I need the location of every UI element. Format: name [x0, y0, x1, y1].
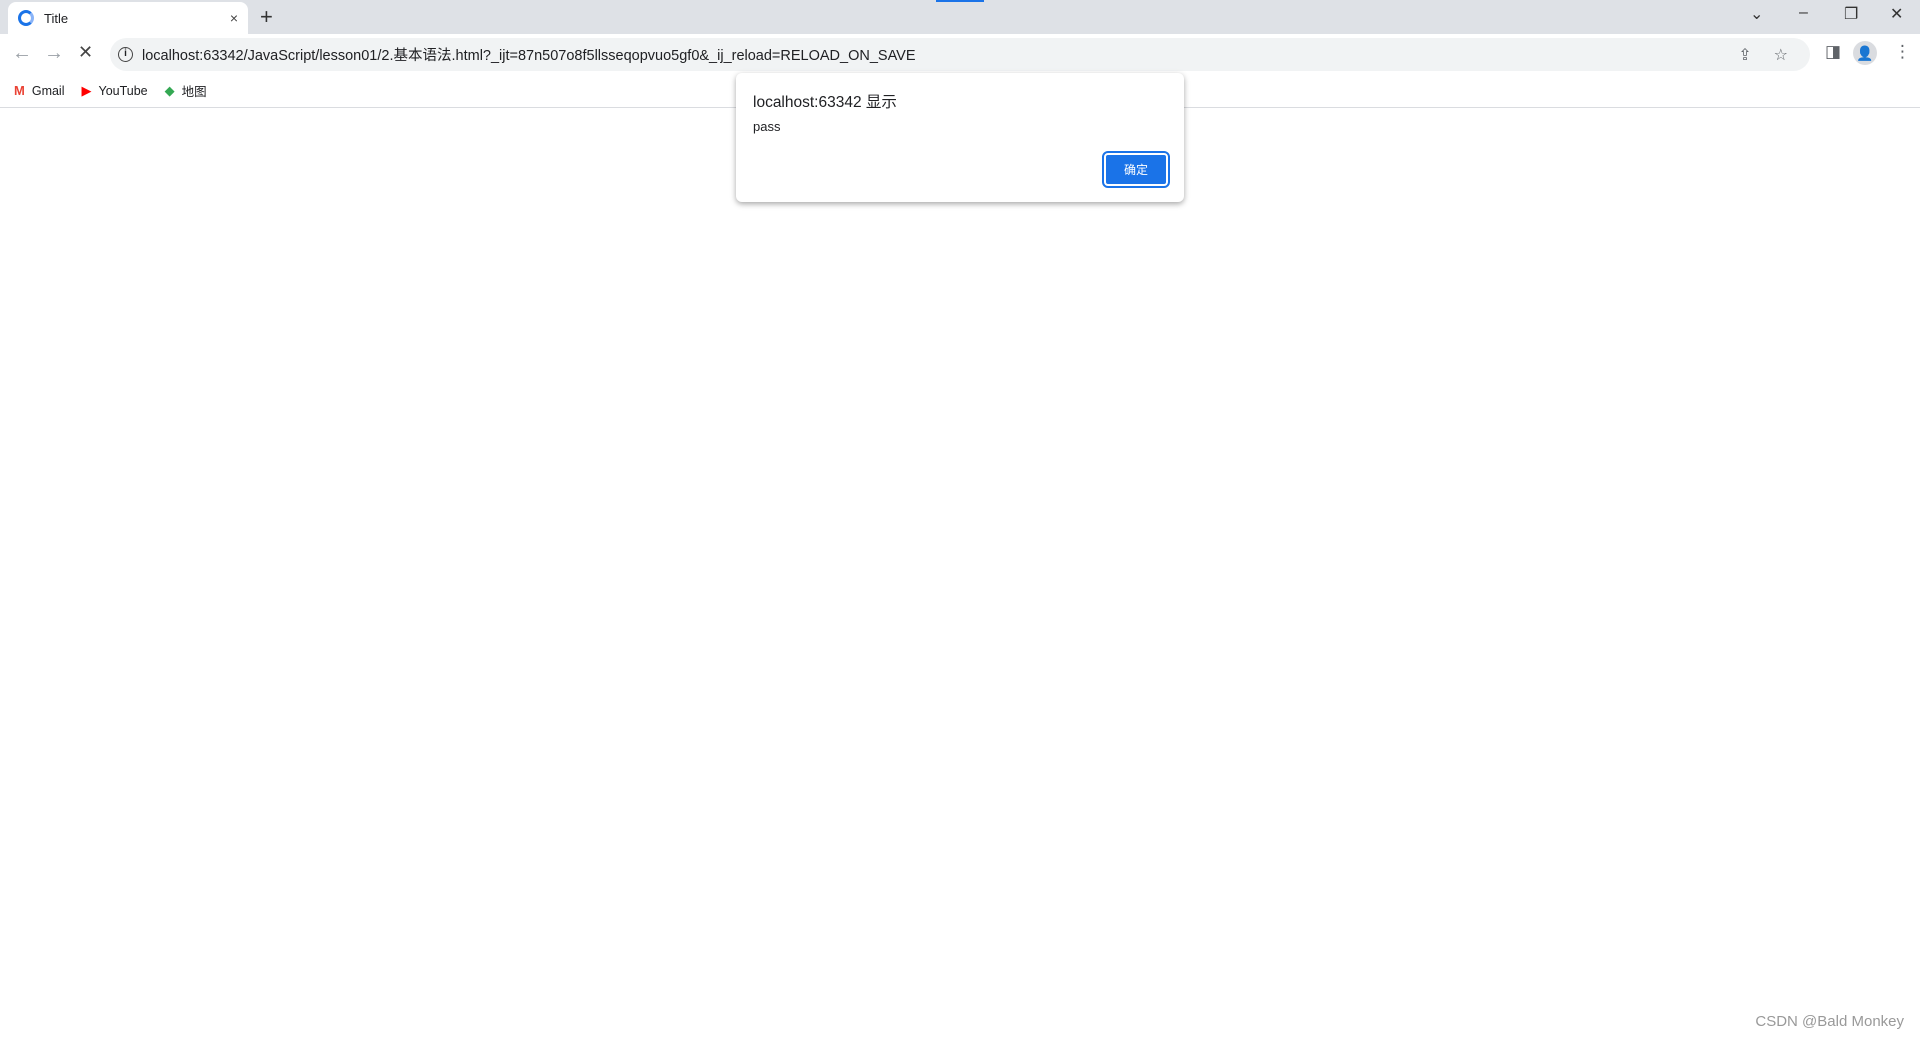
share-icon[interactable]: ⇪ — [1738, 45, 1751, 65]
favicon-icon — [18, 10, 34, 26]
side-panel-icon[interactable]: ◨ — [1825, 42, 1841, 62]
address-bar[interactable]: i localhost:63342/JavaScript/lesson01/2.… — [110, 38, 1810, 71]
back-button[interactable]: ← — [12, 42, 32, 65]
watermark: CSDN @Bald Monkey — [1755, 1013, 1904, 1030]
url-text[interactable]: localhost:63342/JavaScript/lesson01/2.基本… — [142, 44, 1738, 65]
stop-button[interactable]: ✕ — [78, 42, 93, 63]
tab-active[interactable]: Title × — [8, 2, 248, 34]
bookmark-label: Gmail — [31, 83, 65, 98]
close-window-button[interactable]: ✕ — [1890, 4, 1903, 24]
new-tab-button[interactable]: + — [260, 4, 273, 30]
minimize-button[interactable]: – — [1799, 4, 1808, 22]
bookmark-youtube[interactable]: ▶ YouTube — [82, 83, 148, 99]
dialog-title: localhost:63342 显示 — [753, 94, 897, 111]
ok-button[interactable]: 确定 — [1102, 151, 1170, 188]
tab-close-icon[interactable]: × — [230, 10, 238, 26]
tab-title: Title — [44, 10, 69, 26]
restore-button[interactable]: ❐ — [1844, 4, 1858, 24]
bookmark-label: 地图 — [181, 85, 207, 99]
tab-search-icon[interactable]: ⌄ — [1750, 4, 1763, 24]
bookmark-gmail[interactable]: M Gmail — [14, 83, 65, 98]
youtube-icon: ▶ — [81, 82, 92, 98]
tab-strip: Title × + ⌄ – ❐ ✕ — [0, 0, 1920, 34]
bookmark-maps[interactable]: ◆ 地图 — [165, 81, 207, 100]
bookmark-star-icon[interactable]: ☆ — [1774, 45, 1788, 65]
bookmark-label: YouTube — [98, 83, 148, 98]
forward-button[interactable]: → — [44, 42, 64, 65]
dialog-message: pass — [753, 119, 781, 134]
toolbar: ← → ✕ i localhost:63342/JavaScript/lesso… — [0, 34, 1920, 74]
gmail-icon: M — [14, 83, 25, 98]
loading-indicator — [936, 0, 984, 2]
profile-avatar[interactable]: 👤 — [1853, 41, 1877, 65]
site-info-icon[interactable]: i — [118, 47, 133, 62]
alert-dialog: localhost:63342 显示 pass 确定 — [736, 73, 1184, 202]
menu-icon[interactable]: ⋮ — [1894, 42, 1911, 62]
maps-icon: ◆ — [164, 82, 175, 98]
